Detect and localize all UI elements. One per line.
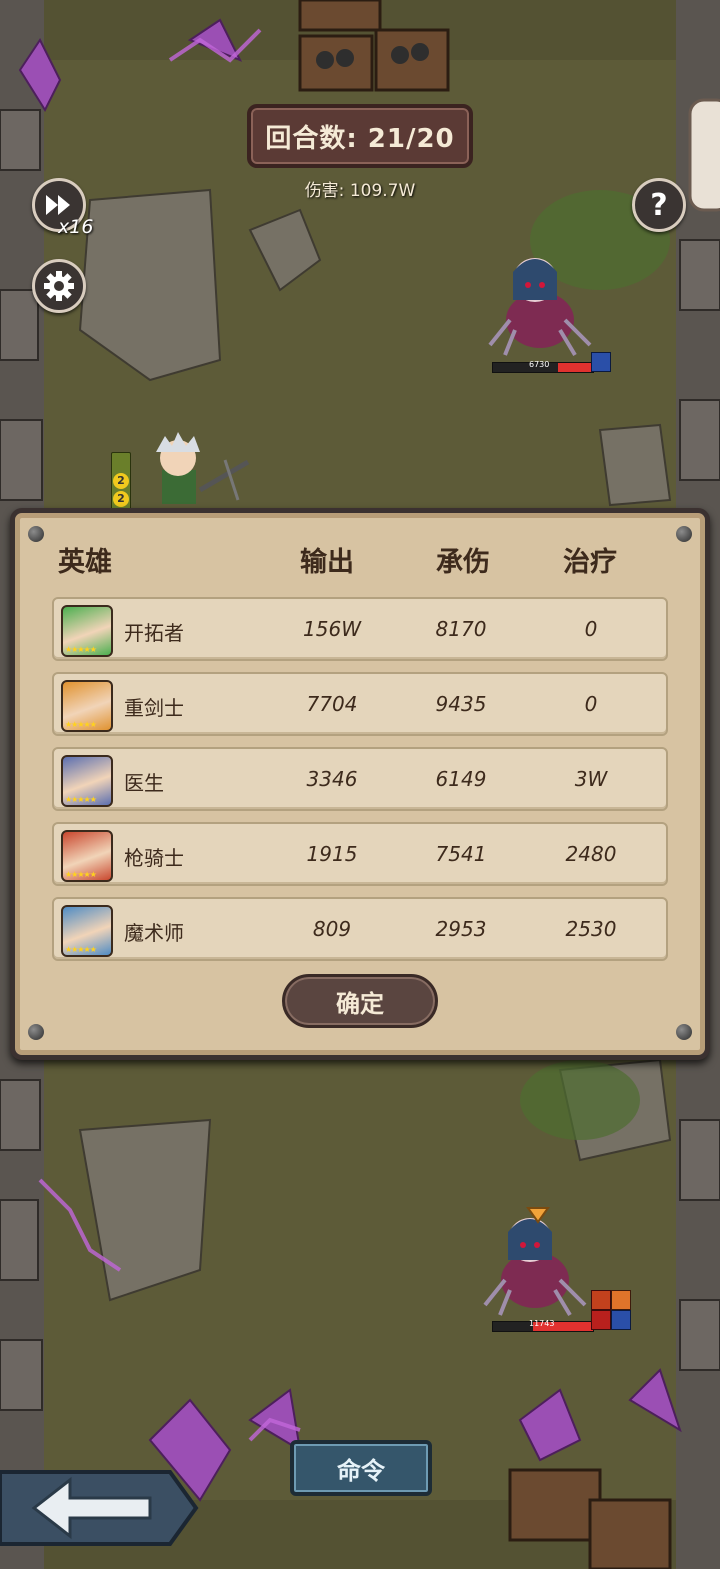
hero-name: 重剑士 — [124, 696, 184, 720]
healing-value: 2530 — [565, 917, 617, 941]
gear-icon — [44, 271, 74, 301]
damage-taken-value: 6149 — [435, 767, 487, 791]
rivet — [676, 526, 692, 542]
output-value: 7704 — [306, 692, 358, 716]
total-damage-label: 伤害: 109.7W — [304, 181, 416, 201]
stats-row: ★★★★★ 医生 3346 6149 3W — [52, 747, 668, 811]
header-healing: 治疗 — [563, 547, 617, 578]
header-damage-taken: 承伤 — [436, 547, 490, 578]
hero-avatar[interactable]: ★★★★★ — [61, 680, 113, 732]
hero-avatar[interactable]: ★★★★★ — [61, 905, 113, 957]
debuff-icon — [611, 1290, 631, 1310]
back-button[interactable] — [0, 1468, 200, 1548]
command-label: 命令 — [337, 1456, 385, 1485]
output-value: 1915 — [306, 842, 358, 866]
hero-avatar[interactable]: ★★★★★ — [61, 830, 113, 882]
damage-taken-value: 9435 — [435, 692, 487, 716]
hero-avatar[interactable]: ★★★★★ — [61, 605, 113, 657]
hero-name: 魔术师 — [124, 921, 184, 945]
round-counter-label: 回合数: 21/20 — [265, 123, 455, 154]
damage-taken-value: 2953 — [435, 917, 487, 941]
stats-row: ★★★★★ 重剑士 7704 9435 0 — [52, 672, 668, 736]
debuff-icon — [591, 1310, 611, 1330]
hero-status-stack: 2 2 — [111, 452, 131, 510]
output-value: 3346 — [306, 767, 358, 791]
enemy-hp-fill — [558, 363, 593, 372]
output-value: 156W — [303, 617, 361, 641]
damage-taken-value: 7541 — [435, 842, 487, 866]
help-label: ? — [650, 187, 668, 223]
rivet — [676, 1024, 692, 1040]
buff-icon — [611, 1310, 631, 1330]
command-button[interactable]: 命令 — [290, 1440, 432, 1496]
hero-avatar[interactable]: ★★★★★ — [61, 755, 113, 807]
status-badge: 2 — [113, 491, 129, 507]
enemy-hp-text: 6730 — [529, 360, 550, 369]
confirm-button[interactable]: 确定 — [282, 974, 438, 1028]
help-button[interactable]: ? — [632, 178, 686, 232]
stats-row: ★★★★★ 开拓者 156W 8170 0 — [52, 597, 668, 661]
rivet — [28, 1024, 44, 1040]
stats-row: ★★★★★ 魔术师 809 2953 2530 — [52, 897, 668, 961]
healing-value: 2480 — [565, 842, 617, 866]
round-counter: 回合数: 21/20 — [247, 104, 473, 168]
rivet — [28, 526, 44, 542]
hero-name: 开拓者 — [124, 621, 184, 645]
stats-row: ★★★★★ 枪骑士 1915 7541 2480 — [52, 822, 668, 886]
healing-value: 3W — [574, 767, 608, 791]
hero-name: 医生 — [124, 771, 164, 795]
debuff-icon — [591, 1290, 611, 1310]
damage-taken-value: 8170 — [435, 617, 487, 641]
speed-multiplier-label: x16 — [58, 216, 94, 238]
status-badge: 2 — [113, 473, 129, 489]
enemy-hp-bar: 11743 — [492, 1319, 594, 1332]
header-output: 输出 — [300, 547, 354, 578]
confirm-label: 确定 — [336, 989, 384, 1018]
settings-button[interactable] — [32, 259, 86, 313]
buff-icon — [591, 352, 611, 372]
output-value: 809 — [312, 917, 352, 941]
enemy-hp-bar: 6730 — [492, 360, 594, 373]
enemy-hp-text: 11743 — [529, 1319, 555, 1328]
hero-name: 枪骑士 — [124, 846, 184, 870]
header-hero: 英雄 — [58, 547, 112, 578]
healing-value: 0 — [584, 617, 598, 641]
healing-value: 0 — [584, 692, 598, 716]
fast-forward-icon — [46, 195, 70, 215]
